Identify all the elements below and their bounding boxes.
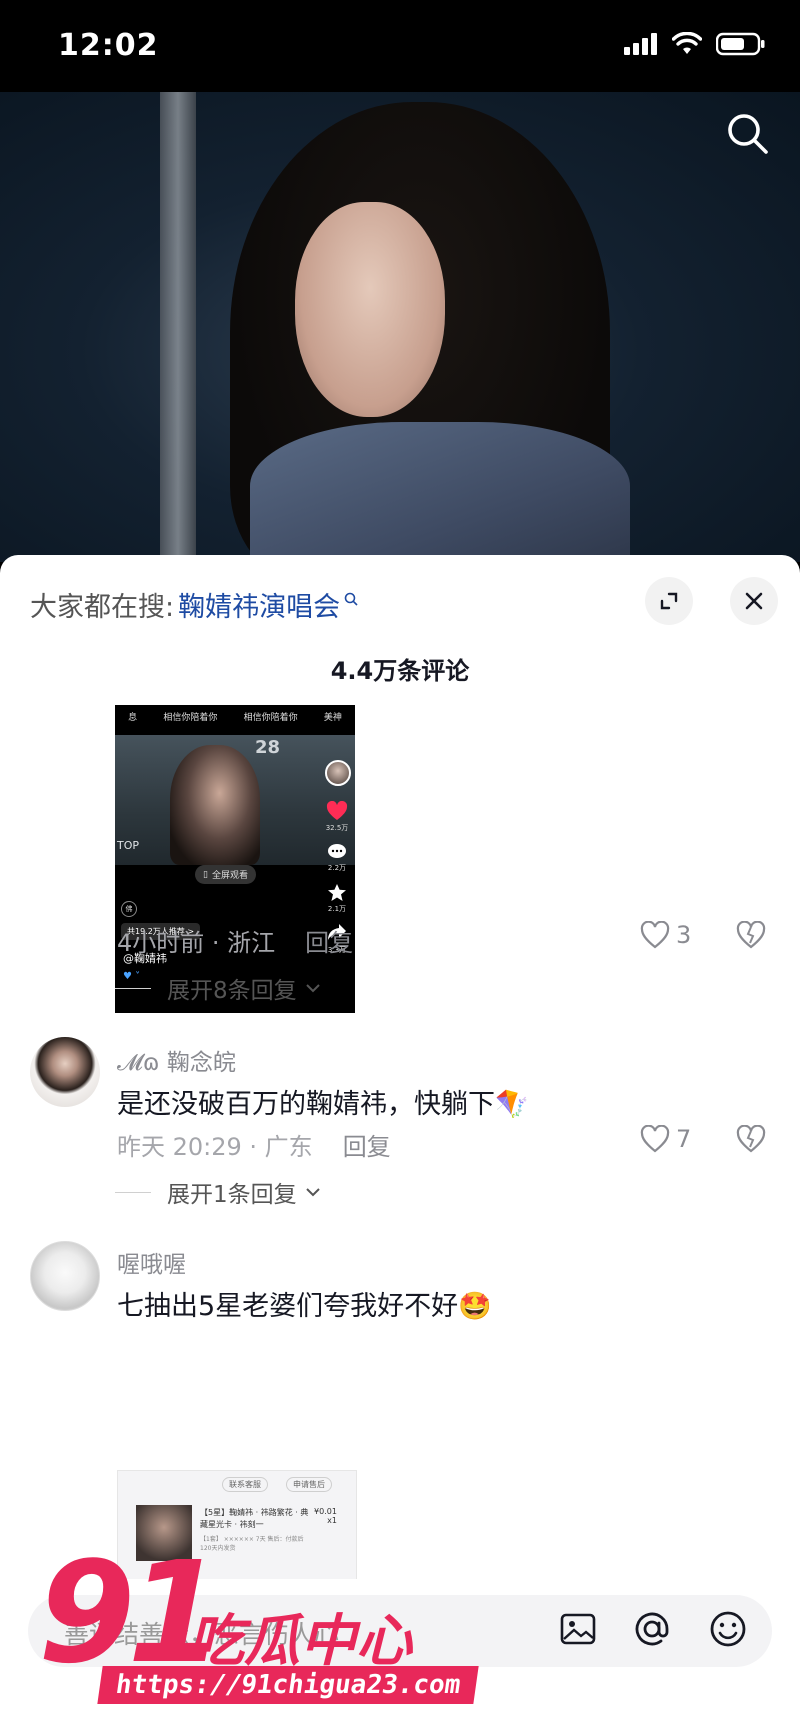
like-button[interactable]: 3 — [640, 921, 691, 949]
image-scene: TOP 28 — [115, 735, 355, 865]
heart-icon — [326, 801, 348, 820]
comment-time-location: 4小时前 · 浙江 — [117, 929, 276, 957]
close-button[interactable] — [730, 577, 778, 625]
trending-search[interactable]: 大家都在搜: 鞠婧祎演唱会 — [30, 585, 358, 624]
fullscreen-icon: ▯ — [203, 869, 208, 880]
image-like-count: 32.5万 — [325, 824, 349, 832]
status-time: 12:02 — [58, 28, 159, 63]
image-favorite-count: 2.1万 — [327, 905, 347, 913]
cellular-signal-icon — [624, 33, 657, 55]
expand-icon — [660, 592, 678, 610]
close-icon — [745, 592, 763, 610]
video-player[interactable] — [0, 92, 800, 562]
at-icon[interactable] — [632, 1609, 672, 1649]
chevron-down-icon — [305, 984, 320, 993]
heart-outline-icon — [640, 921, 670, 949]
image-tab: 相信你陪着你 — [243, 712, 298, 723]
comment-image[interactable]: 息 相信你陪着你 相信你陪着你 美神 TOP 28 32.5万 2.2万 2.1… — [115, 705, 355, 1013]
avatar[interactable] — [30, 1037, 100, 1107]
image-creator-avatar — [325, 760, 351, 786]
image-tab: 息 — [128, 712, 138, 723]
search-icon[interactable] — [726, 112, 770, 156]
broken-heart-icon[interactable] — [736, 921, 766, 949]
reply-button[interactable]: 回复 — [305, 923, 353, 958]
comment-meta: 4小时前 · 浙江 回复 — [117, 923, 353, 958]
expand-replies-label: 展开8条回复 — [167, 978, 297, 1004]
watermark: 91 吃瓜中心 https://91chigua23.com — [30, 1544, 480, 1732]
avatar[interactable] — [30, 1241, 100, 1311]
comment-text: 是还没破百万的鞠婧祎，快躺下🪁 — [117, 1089, 529, 1120]
expand-replies-label: 展开1条回复 — [167, 1182, 297, 1208]
comment-username[interactable]: 喔哦喔 — [117, 1245, 186, 1279]
image-sign-number: 28 — [255, 737, 281, 758]
comment-time-location: 昨天 20:29 · 广东 — [117, 1133, 313, 1161]
comment-text: 七抽出5星老婆们夸我好不好🤩 — [117, 1291, 492, 1322]
receipt-price: ¥0.01 x1 — [314, 1507, 337, 1525]
video-background-pole — [160, 92, 196, 562]
like-count: 3 — [676, 921, 692, 949]
broken-heart-icon[interactable] — [736, 1125, 766, 1153]
expand-button[interactable] — [645, 577, 693, 625]
expand-replies-button[interactable]: 展开1条回复 — [115, 1175, 321, 1209]
battery-icon — [716, 32, 765, 56]
status-bar: 12:02 — [0, 0, 800, 92]
fullscreen-label: 全屏观看 — [211, 871, 248, 881]
trending-prefix: 大家都在搜: — [30, 592, 175, 623]
image-tab: 美神 — [323, 712, 342, 723]
comment-count: 4.4万条评论 — [330, 657, 470, 685]
status-icons — [624, 32, 766, 56]
comment-bubble-icon — [328, 844, 346, 858]
receipt-price-value: ¥0.01 — [314, 1507, 337, 1516]
video-subject-shirt — [250, 422, 630, 562]
divider-line — [115, 987, 151, 989]
like-count: 7 — [676, 1125, 692, 1153]
star-icon — [328, 884, 346, 901]
heart-outline-icon — [640, 1125, 670, 1153]
search-icon — [344, 592, 358, 606]
emoji-icon[interactable] — [708, 1609, 748, 1649]
image-tab: 相信你陪着你 — [163, 712, 218, 723]
receipt-title: 【5星】鞠婧祎 · 祎路繁花 · 典藏星光卡 · 祎刻一 — [200, 1508, 309, 1529]
image-small-badge: 佛 — [121, 901, 137, 917]
receipt-button: 联系客服 — [222, 1477, 268, 1492]
comment-meta: 昨天 20:29 · 广东 回复 — [117, 1127, 391, 1162]
watermark-url: https://91chigua23.com — [97, 1666, 480, 1704]
image-icon[interactable] — [558, 1609, 598, 1649]
reply-button[interactable]: 回复 — [343, 1127, 391, 1162]
image-comment-count: 2.2万 — [327, 864, 347, 872]
video-subject-face — [295, 202, 445, 417]
image-subject — [170, 745, 260, 865]
expand-replies-button[interactable]: 展开8条回复 — [115, 971, 321, 1005]
wifi-icon — [672, 32, 702, 54]
comment-username[interactable]: 𝓜ɷ 鞠念皖 — [117, 1043, 236, 1077]
watermark-name: 吃瓜中心 — [188, 1609, 412, 1674]
image-tabs: 息 相信你陪着你 相信你陪着你 美神 — [115, 705, 355, 727]
receipt-button: 申请售后 — [286, 1477, 332, 1492]
receipt-qty: x1 — [327, 1516, 337, 1525]
trending-keyword[interactable]: 鞠婧祎演唱会 — [178, 585, 340, 624]
image-fullscreen-pill: ▯ 全屏观看 — [195, 865, 256, 884]
image-sign-text: TOP — [117, 839, 140, 852]
like-button[interactable]: 7 — [640, 1125, 691, 1153]
chevron-down-icon — [305, 1188, 320, 1197]
divider-line — [115, 1191, 151, 1193]
